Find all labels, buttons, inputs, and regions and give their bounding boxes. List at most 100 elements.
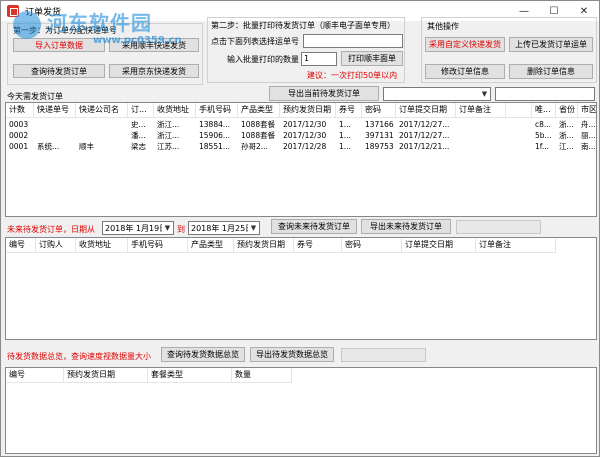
step2-title: 第二步：批量打印待发货订单（顺丰电子面单专用） xyxy=(211,21,395,30)
table-cell: 2017/12/27... xyxy=(399,120,450,129)
batch-count-input[interactable]: 1 xyxy=(301,52,337,66)
today-orders-col-header[interactable]: 产品类型 xyxy=(238,103,280,117)
table-cell: 1088套餐 xyxy=(241,131,276,140)
table-cell xyxy=(456,142,506,152)
window-title: 订单发货 xyxy=(25,7,62,18)
today-orders-col-header[interactable]: 密码 xyxy=(362,103,396,117)
today-orders-col-header[interactable]: 计数 xyxy=(6,103,34,117)
export-future-button[interactable]: 导出未来待发货订单 xyxy=(361,219,451,234)
today-orders-col-header[interactable]: 唯... xyxy=(532,103,556,117)
future-orders-col-header[interactable]: 订购人 xyxy=(36,238,76,252)
export-summary-button[interactable]: 导出待发货数据总览 xyxy=(250,347,334,362)
table-cell: 丽... xyxy=(581,131,596,140)
future-orders-col-header[interactable]: 券号 xyxy=(294,238,342,252)
table-cell: 浙江... xyxy=(157,120,180,129)
query-pending-button[interactable]: 查询待发货订单 xyxy=(13,64,105,78)
today-orders-col-header[interactable]: 收货地址 xyxy=(154,103,196,117)
date-to-picker[interactable]: 2018年 1月25日 ▼ xyxy=(188,221,260,235)
table-row[interactable]: 0003 史... 浙江... 13884... 1088套餐 2017/12/30 1..… xyxy=(6,120,596,130)
date-from-value: 2018年 1月19日 xyxy=(105,223,162,233)
table-row[interactable]: 0001 系统... 顺丰 梁志 江苏... 18551... 孙哥2... 2017/12/… xyxy=(6,142,596,152)
table-cell xyxy=(34,120,76,130)
today-orders-col-header[interactable]: 快递公司名 xyxy=(76,103,128,117)
table-cell: 0002 xyxy=(9,131,29,140)
table-cell: 1f... xyxy=(535,142,550,151)
future-orders-header: 编号 订购人 收货地址 手机号码 产品类型 预约发货日期 券号 密码 订单提交日期 订单备注 xyxy=(6,238,556,253)
calendar-dropdown-icon: ▼ xyxy=(250,224,257,232)
summary-label: 待发货数据总览，查询速度视数据量大小 xyxy=(7,352,151,361)
summary-col-header[interactable]: 套餐类型 xyxy=(148,368,232,382)
delete-order-button[interactable]: 删除订单信息 xyxy=(509,64,593,79)
summary-header: 编号 预约发货日期 套餐类型 数量 xyxy=(6,368,292,383)
ship-jd-button[interactable]: 采用京东快递发货 xyxy=(109,64,199,78)
table-cell: 189753 xyxy=(365,142,394,151)
today-orders-col-header[interactable]: 手机号码 xyxy=(196,103,238,117)
table-cell: 系统... xyxy=(37,142,60,151)
summary-grid[interactable]: 编号 预约发货日期 套餐类型 数量 xyxy=(5,367,597,454)
calendar-dropdown-icon: ▼ xyxy=(164,224,171,232)
today-orders-header: 计数 快递单号 快递公司名 订... 收货地址 手机号码 产品类型 预约发货日期 券号 密码 订单提… xyxy=(6,103,596,118)
future-orders-col-header[interactable]: 产品类型 xyxy=(188,238,234,252)
summary-col-header[interactable]: 数量 xyxy=(232,368,292,382)
today-orders-label: 今天需发货订单 xyxy=(7,92,63,101)
today-orders-col-header[interactable]: 订... xyxy=(128,103,154,117)
table-cell xyxy=(506,131,532,141)
today-search-input[interactable] xyxy=(495,87,595,101)
summary-col-header[interactable]: 预约发货日期 xyxy=(64,368,148,382)
table-cell xyxy=(506,120,532,130)
table-cell: 潘... xyxy=(131,131,146,140)
table-cell: 1... xyxy=(339,131,351,140)
today-orders-col-header[interactable]: 券号 xyxy=(336,103,362,117)
today-orders-col-header[interactable]: 预约发货日期 xyxy=(280,103,336,117)
future-orders-col-header[interactable]: 收货地址 xyxy=(76,238,128,252)
table-cell: 江苏... xyxy=(157,142,180,151)
table-cell: 史... xyxy=(131,120,146,129)
table-row[interactable]: 0002 潘... 浙江... 15906... 1088套餐 2017/12/30 1..… xyxy=(6,131,596,141)
today-orders-col-header[interactable] xyxy=(506,103,532,117)
step1-title: 第一步：为订单分配快递单号 xyxy=(13,26,117,35)
table-cell xyxy=(34,131,76,141)
date-from-picker[interactable]: 2018年 1月19日 ▼ xyxy=(102,221,174,235)
future-progress-bar xyxy=(456,220,541,234)
table-cell: 顺丰 xyxy=(79,142,94,151)
today-orders-col-header[interactable]: 省份 xyxy=(556,103,578,117)
table-cell: 梁志 xyxy=(131,142,146,151)
today-orders-col-header[interactable]: 订单提交日期 xyxy=(396,103,456,117)
batch-suggestion-text: 建议：一次打印50单以内 xyxy=(307,71,398,80)
date-to-label: 到 xyxy=(177,225,185,234)
app-icon xyxy=(7,5,19,17)
future-orders-col-header[interactable]: 编号 xyxy=(6,238,36,252)
future-orders-col-header[interactable]: 手机号码 xyxy=(128,238,188,252)
table-cell: 江... xyxy=(559,142,574,151)
today-filter-select[interactable]: ▼ xyxy=(383,87,491,101)
future-orders-col-header[interactable]: 预约发货日期 xyxy=(234,238,294,252)
upload-shipped-button[interactable]: 上传已发货订单运单 xyxy=(509,37,593,52)
modify-order-button[interactable]: 修改订单信息 xyxy=(425,64,505,79)
table-cell: 0003 xyxy=(9,120,29,129)
future-orders-grid[interactable]: 编号 订购人 收货地址 手机号码 产品类型 预约发货日期 券号 密码 订单提交日期 订单备注 xyxy=(5,237,597,340)
table-cell: 浙... xyxy=(559,131,574,140)
import-orders-button[interactable]: 导入订单数据 xyxy=(13,38,105,52)
today-orders-col-header[interactable]: 快递单号 xyxy=(34,103,76,117)
table-cell: 浙... xyxy=(559,120,574,129)
table-cell xyxy=(456,131,506,141)
export-current-pending-button[interactable]: 导出当前待发货订单 xyxy=(269,86,379,101)
query-future-button[interactable]: 查询未来待发货订单 xyxy=(271,219,357,234)
print-sf-waybill-button[interactable]: 打印顺丰面单 xyxy=(341,51,403,66)
future-orders-col-header[interactable]: 密码 xyxy=(342,238,402,252)
batch-count-label: 输入批量打印的数量 xyxy=(227,55,299,64)
waybill-number-field[interactable] xyxy=(303,34,403,48)
date-to-value: 2018年 1月25日 xyxy=(191,223,248,233)
table-cell: 南... xyxy=(581,142,596,151)
table-cell: 5b... xyxy=(535,131,552,140)
future-orders-col-header[interactable]: 订单提交日期 xyxy=(402,238,476,252)
custom-express-button[interactable]: 采用自定义快递发货 xyxy=(425,37,505,52)
today-orders-col-header[interactable]: 市区 xyxy=(578,103,596,117)
today-orders-col-header[interactable]: 订单备注 xyxy=(456,103,506,117)
future-orders-col-header[interactable]: 订单备注 xyxy=(476,238,556,252)
today-orders-grid[interactable]: 计数 快递单号 快递公司名 订... 收货地址 手机号码 产品类型 预约发货日期 券号 密码 订单提… xyxy=(5,102,597,217)
summary-progress-bar xyxy=(341,348,426,362)
ship-sf-button[interactable]: 采用顺丰快递发货 xyxy=(109,38,199,52)
summary-col-header[interactable]: 编号 xyxy=(6,368,64,382)
query-summary-button[interactable]: 查询待发货数据总览 xyxy=(161,347,245,362)
